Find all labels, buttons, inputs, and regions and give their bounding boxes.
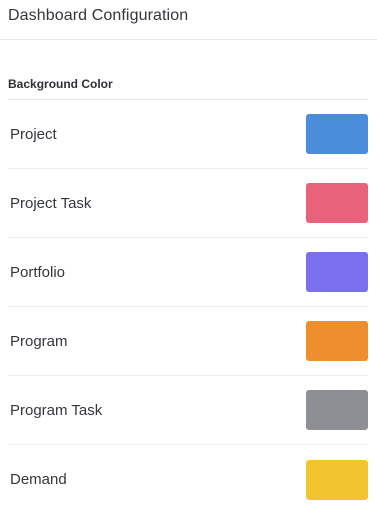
color-row-portfolio: Portfolio <box>8 238 368 307</box>
color-swatch-portfolio[interactable] <box>306 252 368 292</box>
color-row-project-task: Project Task <box>8 169 368 238</box>
page-title: Dashboard Configuration <box>8 6 189 24</box>
color-swatch-demand[interactable] <box>306 459 368 500</box>
color-swatch-program-task[interactable] <box>306 390 368 430</box>
section-title: Background Color <box>8 40 368 100</box>
color-row-project: Project <box>8 100 368 169</box>
row-label: Project Task <box>10 194 92 212</box>
color-swatch-program[interactable] <box>306 321 368 361</box>
color-row-program: Program <box>8 307 368 376</box>
color-row-demand: Demand <box>8 445 368 514</box>
color-row-program-task: Program Task <box>8 376 368 445</box>
row-label: Portfolio <box>10 263 66 281</box>
row-label: Program Task <box>10 401 103 419</box>
header: Dashboard Configuration <box>0 0 377 40</box>
row-label: Project <box>10 125 57 143</box>
row-label: Program <box>10 332 68 350</box>
row-label: Demand <box>10 471 67 488</box>
background-color-section: Background Color Project Project Task Po… <box>0 40 377 514</box>
color-swatch-project[interactable] <box>306 114 368 154</box>
color-swatch-project-task[interactable] <box>306 183 368 223</box>
